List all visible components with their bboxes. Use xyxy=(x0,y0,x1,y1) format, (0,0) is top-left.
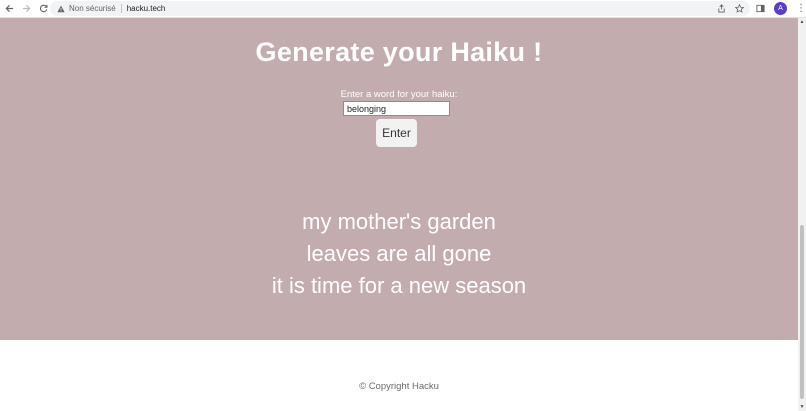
arrow-right-icon xyxy=(22,4,30,13)
reload-button[interactable] xyxy=(35,1,51,17)
forward-button[interactable] xyxy=(18,1,34,17)
scrollbar-thumb[interactable] xyxy=(800,225,804,399)
arrow-left-icon xyxy=(5,4,13,13)
menu-kebab-icon[interactable]: ⋮ xyxy=(796,3,806,14)
page-footer: © Copyright Hacku xyxy=(0,340,798,411)
back-button[interactable] xyxy=(1,1,17,17)
reload-icon xyxy=(39,4,47,13)
browser-toolbar: Non sécurisé hacku.tech A ⋮ xyxy=(0,0,806,18)
page-viewport: Generate your Haiku ! Enter a word for y… xyxy=(0,18,798,411)
haiku-generator-section: Generate your Haiku ! Enter a word for y… xyxy=(0,18,798,340)
haiku-line-1: my mother's garden xyxy=(302,209,496,234)
page-title: Generate your Haiku ! xyxy=(255,37,543,67)
security-status[interactable]: Non sécurisé xyxy=(69,4,116,13)
bookmark-star-icon[interactable] xyxy=(735,4,744,13)
share-icon[interactable] xyxy=(717,4,726,13)
side-panel-icon[interactable] xyxy=(756,4,765,13)
haiku-output: my mother's garden leaves are all gone i… xyxy=(0,206,798,302)
divider xyxy=(120,4,122,13)
scroll-down-icon[interactable]: ▼ xyxy=(798,403,806,411)
address-bar[interactable]: Non sécurisé hacku.tech xyxy=(50,1,750,16)
enter-button[interactable]: Enter xyxy=(376,119,417,147)
copyright-text: © Copyright Hacku xyxy=(359,381,439,392)
vertical-scrollbar[interactable]: ▲ ▼ xyxy=(798,18,806,411)
word-input[interactable] xyxy=(343,101,450,116)
profile-avatar[interactable]: A xyxy=(774,2,787,15)
scroll-up-icon[interactable]: ▲ xyxy=(798,18,806,26)
haiku-line-2: leaves are all gone xyxy=(306,241,492,266)
word-input-label: Enter a word for your haiku: xyxy=(340,89,458,100)
haiku-line-3: it is time for a new season xyxy=(271,273,527,298)
url-text[interactable]: hacku.tech xyxy=(127,4,166,13)
warning-icon[interactable] xyxy=(56,5,66,13)
